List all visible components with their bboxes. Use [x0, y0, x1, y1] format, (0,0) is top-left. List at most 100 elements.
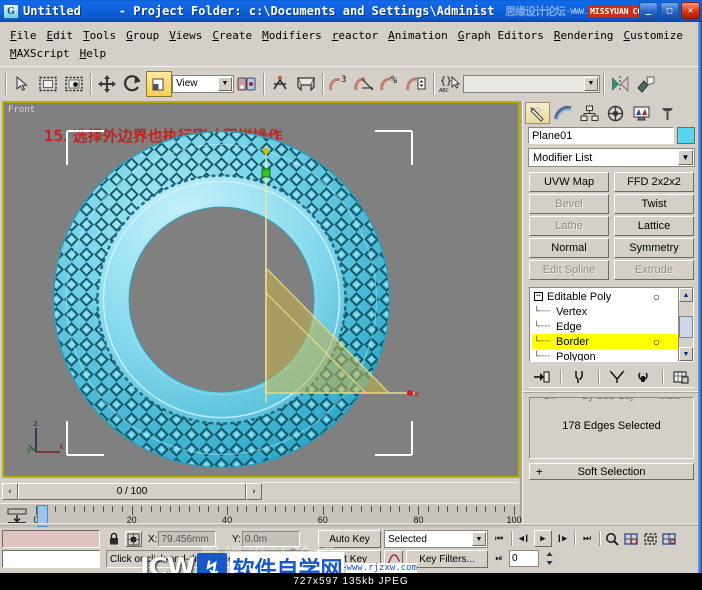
- zoom-extents-icon[interactable]: [641, 530, 659, 547]
- ruler-tick: [457, 506, 458, 512]
- select-and-rotate-icon[interactable]: [120, 71, 146, 97]
- menu-item-help[interactable]: Help: [76, 46, 113, 61]
- absolute-relative-icon[interactable]: [125, 531, 142, 547]
- menu-item-tools[interactable]: Tools: [79, 28, 122, 43]
- maximize-button[interactable]: □: [660, 2, 679, 19]
- named-selection-abc-icon[interactable]: {} ABC: [437, 71, 463, 97]
- mirror-flip-icon[interactable]: [607, 71, 633, 97]
- object-name-field[interactable]: Plane01: [528, 127, 674, 144]
- current-frame-field[interactable]: 0: [509, 550, 539, 567]
- next-frame-icon[interactable]: ❙▶: [553, 530, 571, 547]
- array-3-icon[interactable]: 3: [326, 71, 352, 97]
- utilities-tab[interactable]: [655, 102, 680, 124]
- curve-editor-icon[interactable]: [384, 550, 403, 568]
- front-viewport[interactable]: Front 15. 选择外边界也执行刚才同样操作: [4, 103, 518, 476]
- spinner-snap-icon[interactable]: [404, 71, 430, 97]
- go-to-start-icon[interactable]: ⏮: [490, 530, 508, 547]
- menu-item-reactor[interactable]: reactor: [328, 28, 384, 43]
- object-color-swatch[interactable]: [677, 127, 695, 144]
- mirror-icon[interactable]: [267, 71, 293, 97]
- time-slider[interactable]: 0 / 100: [18, 483, 246, 500]
- expand-icon[interactable]: +: [536, 465, 543, 478]
- light-bulb-icon[interactable]: ○: [653, 335, 660, 349]
- soft-selection-rollout[interactable]: + Soft Selection: [529, 463, 694, 480]
- reference-coordinate-system-select[interactable]: View ▼: [172, 75, 234, 93]
- key-filters-button[interactable]: Key Filters...: [406, 550, 488, 568]
- select-object-icon[interactable]: [9, 71, 35, 97]
- named-selection-sets-field[interactable]: ▼: [463, 75, 600, 93]
- zoom-all-icon[interactable]: [622, 530, 640, 547]
- stack-item-editable-poly[interactable]: −Editable Poly○: [532, 289, 678, 304]
- make-unique-icon[interactable]: [607, 368, 627, 386]
- menu-item-animation[interactable]: Animation: [384, 28, 454, 43]
- stack-item-vertex[interactable]: └┈┈Vertex: [532, 304, 678, 319]
- scroll-down-icon[interactable]: ▼: [679, 347, 693, 361]
- chevron-down-icon-4[interactable]: ▼: [678, 150, 693, 165]
- go-to-end-icon[interactable]: ⏭: [578, 530, 596, 547]
- mini-listener-white[interactable]: [2, 550, 100, 568]
- modifier-button-symmetry[interactable]: Symmetry: [614, 238, 694, 258]
- menu-item-file[interactable]: File: [6, 28, 43, 43]
- lock-icon[interactable]: [106, 531, 122, 547]
- stack-item-polygon[interactable]: └┈┈Polygon: [532, 349, 678, 362]
- frame-spinner-icon[interactable]: [540, 550, 558, 567]
- mini-listener-pink[interactable]: [2, 530, 100, 548]
- chevron-down-icon[interactable]: ▼: [218, 77, 232, 91]
- stack-scrollbar[interactable]: ▲ ▼: [678, 288, 693, 361]
- menu-item-rendering[interactable]: Rendering: [550, 28, 620, 43]
- menu-item-edit[interactable]: Edit: [43, 28, 80, 43]
- chevron-down-icon-3[interactable]: ▼: [472, 532, 486, 546]
- use-pivot-center-icon[interactable]: [234, 71, 260, 97]
- select-region-rect-icon[interactable]: [35, 71, 61, 97]
- menu-item-customize[interactable]: Customize: [619, 28, 689, 43]
- modifier-button-lattice[interactable]: Lattice: [614, 216, 694, 236]
- hierarchy-tab[interactable]: [577, 102, 602, 124]
- scroll-up-icon[interactable]: ▲: [679, 288, 693, 302]
- menu-item-views[interactable]: Views: [165, 28, 208, 43]
- minimize-button[interactable]: _: [639, 2, 658, 19]
- percent-snap-icon[interactable]: %: [378, 71, 404, 97]
- modifier-button-uvw-map[interactable]: UVW Map: [529, 172, 609, 192]
- light-bulb-icon[interactable]: ○: [653, 290, 660, 304]
- menu-item-group[interactable]: Group: [122, 28, 165, 43]
- zoom-extents-all-icon[interactable]: [660, 530, 678, 547]
- key-filter-select[interactable]: Selected ▼: [384, 530, 488, 548]
- stack-item-edge[interactable]: └┈┈Edge: [532, 319, 678, 334]
- align-icon[interactable]: [293, 71, 319, 97]
- select-by-name-icon[interactable]: [61, 71, 87, 97]
- menu-item-maxscript[interactable]: MAXScript: [6, 46, 76, 61]
- scroll-thumb[interactable]: [679, 316, 693, 338]
- key-mode-toggle-icon[interactable]: ⏯: [490, 550, 508, 567]
- display-tab[interactable]: [629, 102, 654, 124]
- modify-tab[interactable]: [551, 102, 576, 124]
- pin-stack-icon[interactable]: [532, 368, 552, 386]
- remove-modifier-icon[interactable]: [633, 368, 653, 386]
- configure-modifier-sets-icon[interactable]: [671, 368, 691, 386]
- close-button[interactable]: ✕: [681, 2, 700, 19]
- modifier-list-dropdown[interactable]: Modifier List ▼: [528, 148, 695, 167]
- chevron-down-icon-2[interactable]: ▼: [584, 77, 598, 91]
- time-next-button[interactable]: ›: [246, 483, 262, 500]
- motion-tab[interactable]: [603, 102, 628, 124]
- zoom-icon[interactable]: [603, 530, 621, 547]
- modifier-button-twist[interactable]: Twist: [614, 194, 694, 214]
- snapshot-icon[interactable]: [352, 71, 378, 97]
- show-end-result-icon[interactable]: [570, 368, 590, 386]
- play-animation-icon[interactable]: ▶: [534, 530, 552, 547]
- ruler-tick: [466, 506, 467, 512]
- modifier-stack[interactable]: −Editable Poly○└┈┈Vertex└┈┈Edge└┈┈Border…: [529, 287, 694, 362]
- select-and-scale-icon[interactable]: [146, 71, 172, 97]
- create-tab[interactable]: [525, 102, 550, 124]
- stack-item-border[interactable]: └┈┈Border○: [532, 334, 678, 349]
- menu-item-graph-editors[interactable]: Graph Editors: [454, 28, 550, 43]
- menu-item-modifiers[interactable]: Modifiers: [258, 28, 328, 43]
- menu-item-create[interactable]: Create: [208, 28, 258, 43]
- modifier-button-ffd-2x2x2[interactable]: FFD 2x2x2: [614, 172, 694, 192]
- material-editor-icon[interactable]: [633, 71, 659, 97]
- previous-frame-icon[interactable]: ◀❙: [515, 530, 533, 547]
- track-bar-empty[interactable]: [262, 482, 518, 501]
- time-prev-button[interactable]: ‹: [2, 483, 18, 500]
- collapse-toggle-icon[interactable]: −: [534, 292, 543, 301]
- modifier-button-normal[interactable]: Normal: [529, 238, 609, 258]
- select-and-move-icon[interactable]: [94, 71, 120, 97]
